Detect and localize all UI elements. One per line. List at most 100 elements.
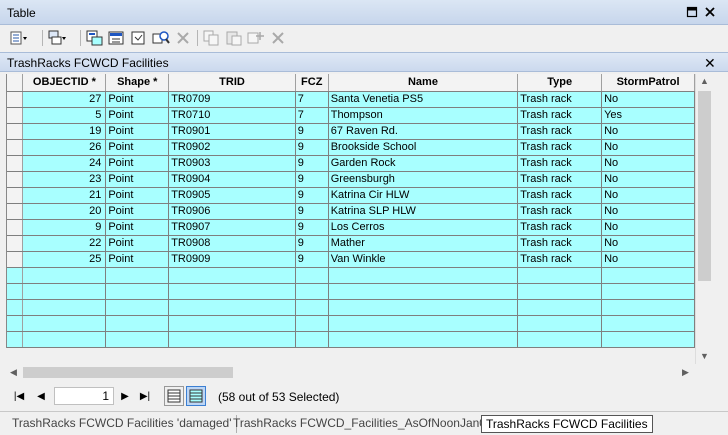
column-header[interactable]: Name: [328, 74, 519, 92]
dock-icon[interactable]: [686, 6, 698, 18]
table-cell[interactable]: Los Cerros: [328, 219, 519, 236]
table-cell[interactable]: Point: [105, 123, 170, 140]
table-cell[interactable]: 7: [295, 107, 329, 124]
table-cell[interactable]: No: [601, 235, 695, 252]
table-cell[interactable]: Point: [105, 107, 170, 124]
row-selector[interactable]: [7, 155, 24, 172]
table-cell[interactable]: 22: [22, 235, 107, 252]
table-cell[interactable]: Trash rack: [517, 123, 603, 140]
table-cell[interactable]: 9: [295, 187, 329, 204]
table-cell[interactable]: TR0909: [168, 251, 296, 268]
table-row[interactable]: 21 Point TR0905 9 Katrina Cir HLW Trash rack N…: [7, 187, 695, 204]
table-cell[interactable]: Yes: [601, 107, 695, 124]
tab-trashracks-facilities[interactable]: TrashRacks FCWCD Facilities: [481, 415, 653, 433]
table-cell[interactable]: 24: [22, 155, 107, 172]
table-cell[interactable]: No: [601, 91, 695, 108]
table-cell[interactable]: No: [601, 219, 695, 236]
table-cell[interactable]: No: [601, 171, 695, 188]
scroll-right-icon[interactable]: ▶: [682, 367, 689, 378]
table-cell[interactable]: TR0908: [168, 235, 296, 252]
table-cell[interactable]: No: [601, 155, 695, 172]
column-header[interactable]: Shape *: [105, 74, 170, 92]
table-cell[interactable]: Point: [105, 155, 170, 172]
table-cell[interactable]: Trash rack: [517, 203, 603, 220]
table-row[interactable]: 5 Point TR0710 7 Thompson Trash rack Yes: [7, 107, 695, 124]
table-cell[interactable]: TR0901: [168, 123, 296, 140]
table-cell[interactable]: No: [601, 203, 695, 220]
row-selector[interactable]: [7, 123, 24, 140]
close-window-icon[interactable]: [704, 6, 716, 18]
table-cell[interactable]: Van Winkle: [328, 251, 519, 268]
horizontal-scroll-thumb[interactable]: [23, 367, 233, 378]
table-row[interactable]: 27 Point TR0709 7 Santa Venetia PS5 Trash rac…: [7, 91, 695, 108]
table-cell[interactable]: Point: [105, 203, 170, 220]
table-cell[interactable]: 9: [295, 139, 329, 156]
table-cell[interactable]: 27: [22, 91, 107, 108]
column-header[interactable]: StormPatrol: [601, 74, 695, 92]
table-cell[interactable]: Point: [105, 187, 170, 204]
show-all-records-icon[interactable]: [164, 386, 184, 406]
show-selected-records-icon[interactable]: [186, 386, 206, 406]
table-cell[interactable]: TR0905: [168, 187, 296, 204]
column-header[interactable]: TRID: [168, 74, 296, 92]
table-cell[interactable]: Trash rack: [517, 107, 603, 124]
first-record-icon[interactable]: |◀: [12, 389, 26, 403]
table-cell[interactable]: 9: [295, 219, 329, 236]
table-cell[interactable]: 25: [22, 251, 107, 268]
row-selector[interactable]: [7, 203, 24, 220]
tab-damaged[interactable]: TrashRacks FCWCD Facilities 'damaged': [8, 415, 237, 433]
related-tables-icon[interactable]: [48, 29, 66, 47]
table-cell[interactable]: 26: [22, 139, 107, 156]
table-cell[interactable]: 9: [295, 203, 329, 220]
table-row[interactable]: 25 Point TR0909 9 Van Winkle Trash rack No: [7, 251, 695, 268]
table-cell[interactable]: Trash rack: [517, 187, 603, 204]
row-selector[interactable]: [7, 91, 24, 108]
table-cell[interactable]: Mather: [328, 235, 519, 252]
scroll-left-icon[interactable]: ◀: [10, 367, 17, 378]
table-row[interactable]: 22 Point TR0908 9 Mather Trash rack No: [7, 235, 695, 252]
table-cell[interactable]: TR0904: [168, 171, 296, 188]
table-cell[interactable]: 9: [295, 235, 329, 252]
table-cell[interactable]: Greensburgh: [328, 171, 519, 188]
table-cell[interactable]: 9: [22, 219, 107, 236]
column-header[interactable]: OBJECTID *: [22, 74, 107, 92]
table-row[interactable]: 24 Point TR0903 9 Garden Rock Trash rack No: [7, 155, 695, 172]
table-cell[interactable]: Point: [105, 235, 170, 252]
table-cell[interactable]: 21: [22, 187, 107, 204]
table-options-icon[interactable]: [10, 29, 28, 47]
table-row[interactable]: 26 Point TR0902 9 Brookside School Trash rack…: [7, 139, 695, 156]
next-record-icon[interactable]: ▶: [118, 389, 132, 403]
horizontal-scrollbar[interactable]: ◀ ▶: [6, 364, 695, 381]
table-cell[interactable]: Brookside School: [328, 139, 519, 156]
table-cell[interactable]: 9: [295, 123, 329, 140]
table-cell[interactable]: No: [601, 123, 695, 140]
delete-selected-icon[interactable]: [174, 29, 192, 47]
table-cell[interactable]: TR0709: [168, 91, 296, 108]
row-selector-header[interactable]: [7, 74, 24, 92]
select-by-attributes-icon[interactable]: [86, 29, 104, 47]
table-cell[interactable]: TR0710: [168, 107, 296, 124]
zoom-to-selected-icon[interactable]: [152, 29, 170, 47]
switch-selection-icon[interactable]: [108, 29, 126, 47]
table-cell[interactable]: Trash rack: [517, 91, 603, 108]
table-cell[interactable]: 9: [295, 251, 329, 268]
table-cell[interactable]: 23: [22, 171, 107, 188]
table-cell[interactable]: 7: [295, 91, 329, 108]
scroll-down-icon[interactable]: ▼: [700, 351, 709, 361]
current-record-field[interactable]: 1: [54, 387, 114, 405]
close-table-icon[interactable]: ✕: [704, 55, 716, 72]
last-record-icon[interactable]: ▶|: [138, 389, 152, 403]
table-cell[interactable]: TR0903: [168, 155, 296, 172]
close-icon[interactable]: [269, 29, 287, 47]
table-cell[interactable]: Katrina SLP HLW: [328, 203, 519, 220]
table-cell[interactable]: Point: [105, 171, 170, 188]
table-cell[interactable]: No: [601, 187, 695, 204]
table-cell[interactable]: TR0902: [168, 139, 296, 156]
table-cell[interactable]: 20: [22, 203, 107, 220]
table-row[interactable]: 20 Point TR0906 9 Katrina SLP HLW Trash rack N…: [7, 203, 695, 220]
table-cell[interactable]: TR0906: [168, 203, 296, 220]
table-cell[interactable]: 9: [295, 171, 329, 188]
table-cell[interactable]: Trash rack: [517, 235, 603, 252]
table-cell[interactable]: TR0907: [168, 219, 296, 236]
table-row[interactable]: 9 Point TR0907 9 Los Cerros Trash rack No: [7, 219, 695, 236]
